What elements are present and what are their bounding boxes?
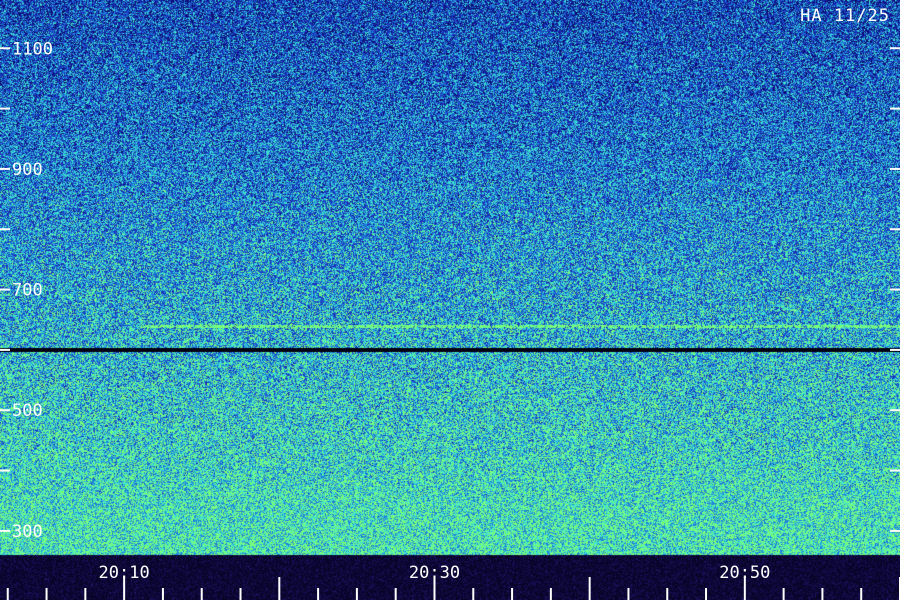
y-tick-label: 700	[12, 281, 43, 301]
x-tick-label: 20:10	[99, 563, 150, 583]
y-tick-label: 1100	[12, 39, 53, 59]
spectrogram-panel: 1100 900 700 500 300 20:10 20:30 20:50 HA 11/25	[0, 0, 900, 600]
x-tick-label: 20:50	[719, 563, 770, 583]
y-tick-label: 500	[12, 401, 43, 421]
y-tick-label: 300	[12, 522, 43, 542]
chart-title: HA 11/25	[800, 6, 890, 26]
axes-overlay: 1100 900 700 500 300 20:10 20:30 20:50	[0, 39, 900, 600]
y-tick-label: 900	[12, 160, 43, 180]
x-tick-label: 20:30	[409, 563, 460, 583]
